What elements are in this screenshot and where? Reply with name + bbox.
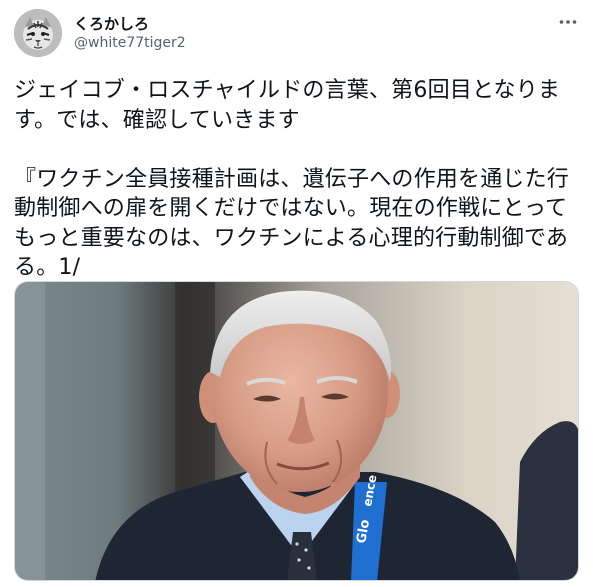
tweet-text: ジェイコブ・ロスチャイルドの言葉、第6回目となります。では、確認していきます 『… bbox=[14, 78, 570, 280]
portrait-photo: Glo ence bbox=[15, 282, 578, 580]
user-handle[interactable]: @white77tiger2 bbox=[74, 34, 186, 53]
more-horizontal-icon bbox=[559, 20, 577, 24]
avatar[interactable] bbox=[14, 9, 62, 57]
display-name[interactable]: くろかしろ bbox=[74, 14, 186, 34]
tweet-card: くろかしろ @white77tiger2 ジェイコブ・ロスチャイルドの言葉、第6… bbox=[0, 0, 593, 587]
tiger-avatar-icon bbox=[14, 9, 62, 57]
tweet-header: くろかしろ @white77tiger2 bbox=[14, 8, 579, 60]
author-names: くろかしろ @white77tiger2 bbox=[74, 14, 186, 53]
more-options-button[interactable] bbox=[557, 12, 579, 32]
tweet-media-photo[interactable]: Glo ence bbox=[14, 281, 579, 581]
